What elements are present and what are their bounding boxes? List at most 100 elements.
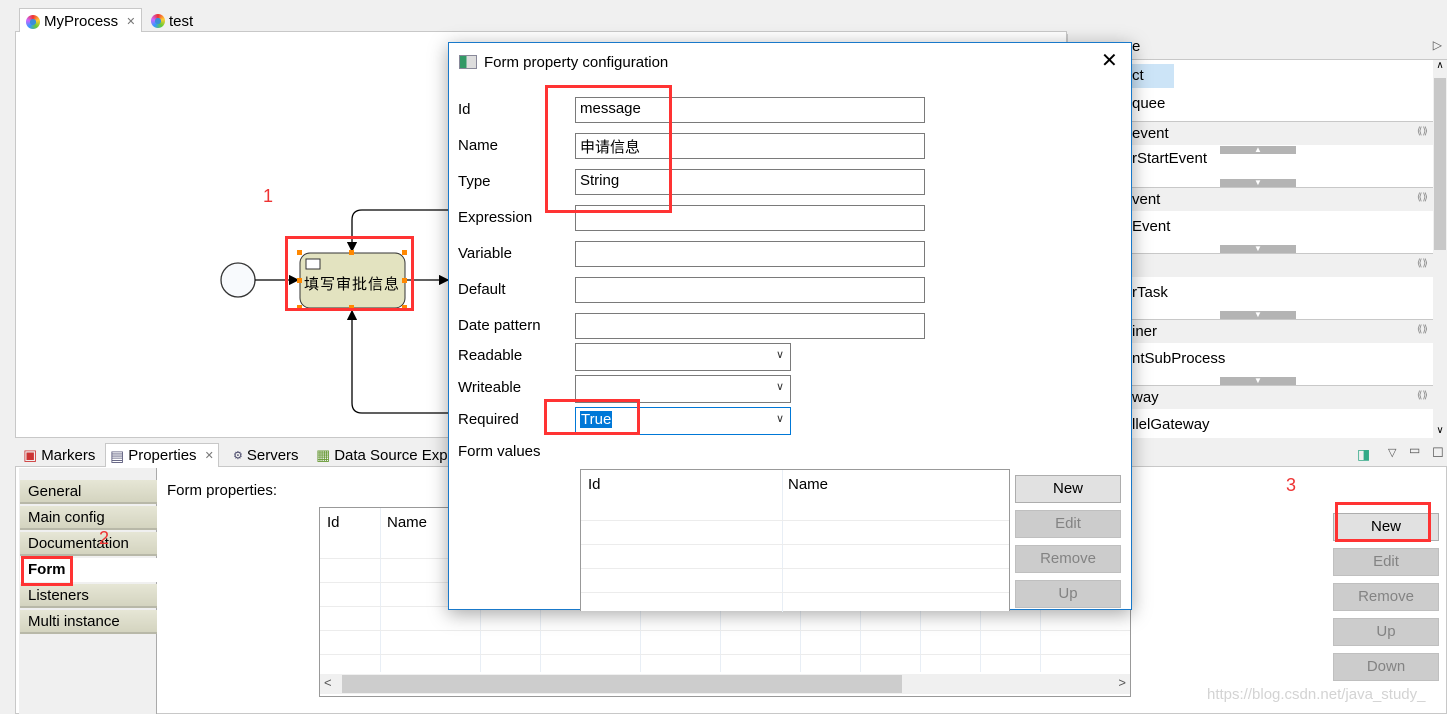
- tab-data-source-explorer[interactable]: ▦ Data Source Exp: [312, 443, 452, 467]
- palette-item[interactable]: Event: [1132, 218, 1170, 235]
- palette-item[interactable]: rTask: [1132, 284, 1168, 301]
- column-divider: [860, 608, 861, 672]
- column-divider: [480, 608, 481, 672]
- palette-collapse-icon[interactable]: ▷: [1433, 38, 1442, 52]
- scroll-down-icon[interactable]: ∨: [1433, 425, 1447, 436]
- sequence-flow[interactable]: [346, 309, 448, 414]
- highlight-box: [544, 399, 640, 435]
- column-header-id[interactable]: Id: [327, 514, 340, 531]
- pin-icon[interactable]: ⟪⟫: [1417, 126, 1428, 137]
- start-event[interactable]: [220, 262, 256, 298]
- column-header-id[interactable]: Id: [588, 476, 601, 493]
- form-properties-label: Form properties:: [167, 482, 278, 499]
- required-label: Required: [458, 411, 519, 428]
- date-pattern-input[interactable]: [575, 313, 925, 339]
- expression-label: Expression: [458, 209, 533, 226]
- annotation-1: 1: [263, 186, 274, 206]
- tab-label: Servers: [246, 446, 299, 464]
- scroll-thumb[interactable]: [1434, 78, 1446, 250]
- properties-icon: ▤: [110, 447, 125, 465]
- palette-scrollbar[interactable]: ∧ ∨: [1433, 60, 1447, 438]
- close-icon[interactable]: ✕: [205, 449, 214, 462]
- drawer-label: iner: [1132, 323, 1158, 340]
- row-divider: [320, 630, 1130, 631]
- drawer-scroll-down[interactable]: ▼: [1220, 311, 1296, 319]
- dialog-up-button[interactable]: Up: [1015, 580, 1121, 608]
- highlight-box: [545, 85, 672, 213]
- column-divider: [540, 608, 541, 672]
- pin-editor-icon[interactable]: ◨: [1357, 446, 1370, 463]
- id-label: Id: [458, 101, 471, 118]
- maximize-icon[interactable]: ☐: [1432, 445, 1444, 461]
- drawer-scroll-down[interactable]: ▼: [1220, 179, 1296, 187]
- tab-properties[interactable]: ▤ Properties ✕: [105, 443, 219, 467]
- tab-label: Markers: [41, 446, 96, 464]
- form-values-label: Form values: [458, 443, 541, 460]
- process-icon: [26, 14, 40, 29]
- drawer-label: way: [1132, 389, 1159, 406]
- chevron-down-icon: ∨: [775, 349, 784, 361]
- column-header-name[interactable]: Name: [387, 514, 427, 531]
- column-header-name[interactable]: Name: [788, 476, 828, 493]
- scroll-left-icon[interactable]: <: [324, 675, 332, 690]
- side-tab-documentation[interactable]: Documentation: [20, 532, 157, 556]
- drawer-label: vent: [1132, 191, 1161, 208]
- row-divider: [581, 568, 1009, 569]
- pin-icon[interactable]: ⟪⟫: [1417, 390, 1428, 401]
- palette-item[interactable]: ct: [1132, 67, 1144, 84]
- palette-item[interactable]: llelGateway: [1132, 416, 1210, 433]
- tab-servers[interactable]: ⚙ Servers: [229, 443, 303, 467]
- form-property-dialog: Form property configuration ✕ Id message…: [448, 42, 1132, 612]
- pin-icon[interactable]: ⟪⟫: [1417, 258, 1428, 269]
- default-input[interactable]: [575, 277, 925, 303]
- scroll-right-icon[interactable]: >: [1118, 675, 1126, 690]
- dialog-new-button[interactable]: New: [1015, 475, 1121, 503]
- markers-icon: ▣: [23, 447, 38, 464]
- column-divider: [800, 608, 801, 672]
- palette-item[interactable]: quee: [1132, 95, 1165, 112]
- dialog-remove-button[interactable]: Remove: [1015, 545, 1121, 573]
- dialog-title: Form property configuration: [484, 54, 669, 71]
- up-button[interactable]: Up: [1333, 618, 1439, 646]
- close-icon[interactable]: ✕: [1101, 50, 1118, 72]
- tab-markers[interactable]: ▣ Markers: [19, 443, 99, 467]
- tab-myprocess[interactable]: MyProcess ✕: [19, 8, 143, 32]
- chevron-down-icon: ∨: [775, 381, 784, 393]
- palette-item[interactable]: rStartEvent: [1132, 150, 1207, 167]
- servers-icon: ⚙: [233, 449, 243, 462]
- horizontal-scrollbar[interactable]: < >: [320, 674, 1130, 694]
- scroll-thumb[interactable]: [342, 675, 902, 693]
- minimize-icon[interactable]: ▭: [1409, 443, 1420, 457]
- variable-input[interactable]: [575, 241, 925, 267]
- edit-button[interactable]: Edit: [1333, 548, 1439, 576]
- readable-select[interactable]: ∨: [575, 343, 791, 371]
- close-icon[interactable]: ✕: [126, 15, 135, 28]
- side-tab-main-config[interactable]: Main config: [20, 506, 157, 530]
- pin-icon[interactable]: ⟪⟫: [1417, 192, 1428, 203]
- down-button[interactable]: Down: [1333, 653, 1439, 681]
- palette-item[interactable]: ntSubProcess: [1132, 350, 1225, 367]
- tab-label: test: [169, 12, 194, 30]
- drawer-scroll-down[interactable]: ▼: [1220, 377, 1296, 385]
- side-tab-listeners[interactable]: Listeners: [20, 584, 157, 608]
- row-divider: [581, 520, 1009, 521]
- form-values-table[interactable]: Id Name: [580, 469, 1010, 612]
- dialog-edit-button[interactable]: Edit: [1015, 510, 1121, 538]
- drawer-scroll-up[interactable]: ▲: [1220, 146, 1296, 154]
- remove-button[interactable]: Remove: [1333, 583, 1439, 611]
- column-divider: [720, 608, 721, 672]
- side-tab-general[interactable]: General: [20, 480, 157, 504]
- tab-test[interactable]: test: [145, 8, 199, 32]
- drawer-scroll-down[interactable]: ▼: [1220, 245, 1296, 253]
- scroll-up-icon[interactable]: ∧: [1433, 60, 1447, 71]
- row-divider: [320, 654, 1130, 655]
- side-tab-multi-instance[interactable]: Multi instance: [20, 610, 157, 634]
- column-divider: [1040, 608, 1041, 672]
- annotation-3: 3: [1286, 475, 1297, 495]
- data-source-icon: ▦: [316, 447, 331, 464]
- highlight-box: [1335, 502, 1431, 542]
- tab-label: MyProcess: [44, 13, 119, 30]
- variable-label: Variable: [458, 245, 512, 262]
- view-menu-icon[interactable]: ▽: [1388, 446, 1396, 459]
- pin-icon[interactable]: ⟪⟫: [1417, 324, 1428, 335]
